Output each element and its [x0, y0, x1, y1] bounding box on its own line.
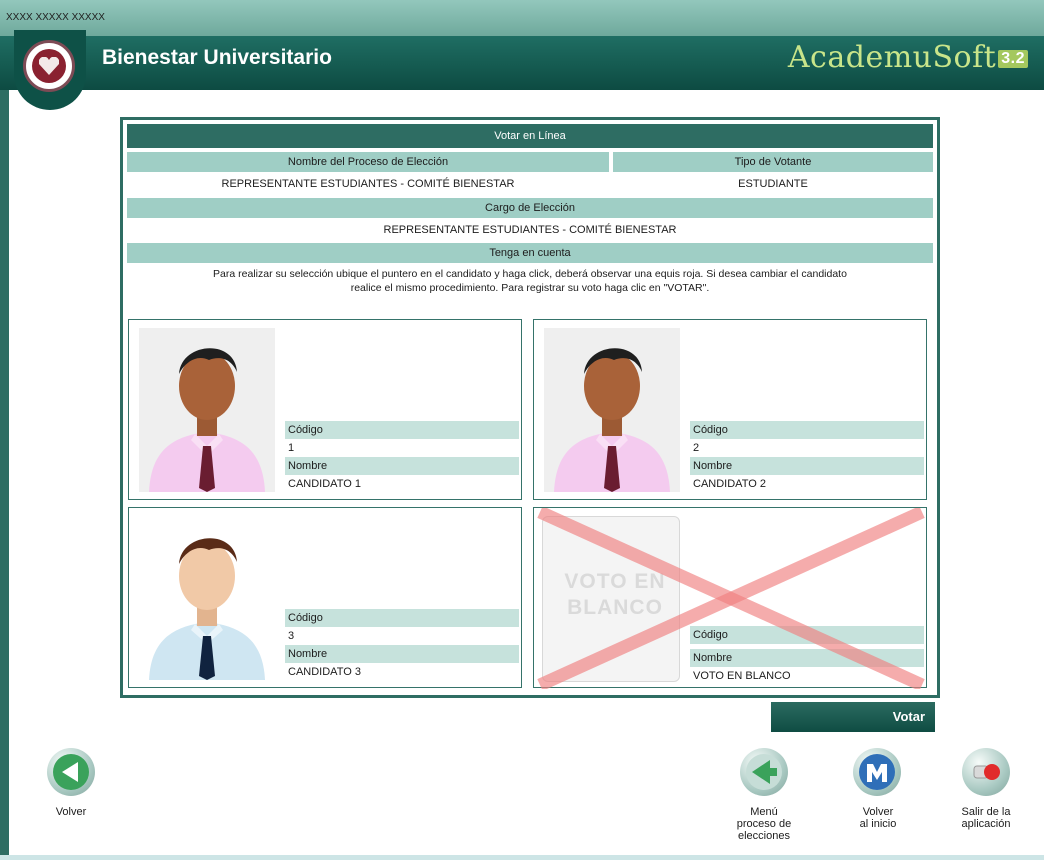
notice-text: Para realizar su selección ubique el pun…	[213, 268, 847, 294]
panel-title: Votar en Línea	[127, 124, 933, 148]
window-title-bar: XXXX XXXXX XXXXX	[0, 0, 1044, 36]
candidate-info: Código 2 Nombre CANDIDATO 2	[690, 421, 924, 493]
back-label[interactable]: Volver	[36, 806, 106, 818]
logo-emblem-icon	[23, 40, 75, 92]
candidate-code: 3	[288, 630, 295, 642]
candidate-info: Código 1 Nombre CANDIDATO 1	[285, 421, 519, 493]
vote-panel: Votar en Línea Nombre del Proceso de Ele…	[120, 117, 940, 698]
blank-vote-card[interactable]: VOTO EN BLANCO Código Nombre VOTO EN BLA…	[533, 507, 927, 689]
back-arrow-icon	[53, 754, 89, 790]
candidate-card-3[interactable]: Código 3 Nombre CANDIDATO 3	[128, 507, 522, 688]
exit-icon	[973, 764, 1000, 780]
selection-x-icon	[537, 508, 925, 689]
app-title: Bienestar Universitario	[102, 46, 332, 69]
election-menu-label[interactable]: Menú proceso de elecciones	[724, 806, 804, 842]
home-m-icon	[859, 754, 895, 790]
exit-button[interactable]	[962, 748, 1010, 796]
candidate-card-1[interactable]: Código 1 Nombre CANDIDATO 1	[128, 319, 522, 500]
left-border	[0, 90, 9, 856]
candidate-photo	[544, 328, 680, 492]
process-header: Nombre del Proceso de Elección	[127, 152, 609, 172]
home-button[interactable]	[853, 748, 901, 796]
candidate-code: 2	[693, 442, 700, 454]
process-value: REPRESENTANTE ESTUDIANTES - COMITÉ BIENE…	[221, 178, 515, 190]
voter-type-value: ESTUDIANTE	[738, 178, 808, 190]
candidate-name: CANDIDATO 2	[693, 478, 766, 490]
candidate-name: CANDIDATO 3	[288, 666, 361, 678]
menu-arrow-icon	[746, 754, 782, 790]
home-label[interactable]: Volver al inicio	[838, 806, 918, 830]
candidate-photo	[139, 516, 275, 680]
candidate-code: 1	[288, 442, 295, 454]
candidate-card-2[interactable]: Código 2 Nombre CANDIDATO 2	[533, 319, 927, 500]
process-value-row: REPRESENTANTE ESTUDIANTES - COMITÉ BIENE…	[127, 174, 933, 194]
bottom-border	[0, 855, 1044, 860]
window-code: XXXX XXXXX XXXXX	[6, 12, 105, 23]
vote-button[interactable]: Votar	[771, 702, 935, 732]
brand-logo: AcademuSoft 3.2	[788, 40, 1028, 75]
voter-type-header: Tipo de Votante	[613, 152, 933, 172]
notice-header: Tenga en cuenta	[127, 243, 933, 263]
election-menu-button[interactable]	[740, 748, 788, 796]
back-button[interactable]	[47, 748, 95, 796]
position-header: Cargo de Elección	[127, 198, 933, 218]
candidate-name: CANDIDATO 1	[288, 478, 361, 490]
process-header-row: Nombre del Proceso de Elección Tipo de V…	[127, 152, 933, 172]
exit-label[interactable]: Salir de la aplicación	[946, 806, 1026, 830]
candidate-info: Código 3 Nombre CANDIDATO 3	[285, 609, 519, 681]
candidate-photo	[139, 328, 275, 492]
position-value: REPRESENTANTE ESTUDIANTES - COMITÉ BIENE…	[383, 224, 677, 236]
university-logo	[14, 30, 86, 110]
